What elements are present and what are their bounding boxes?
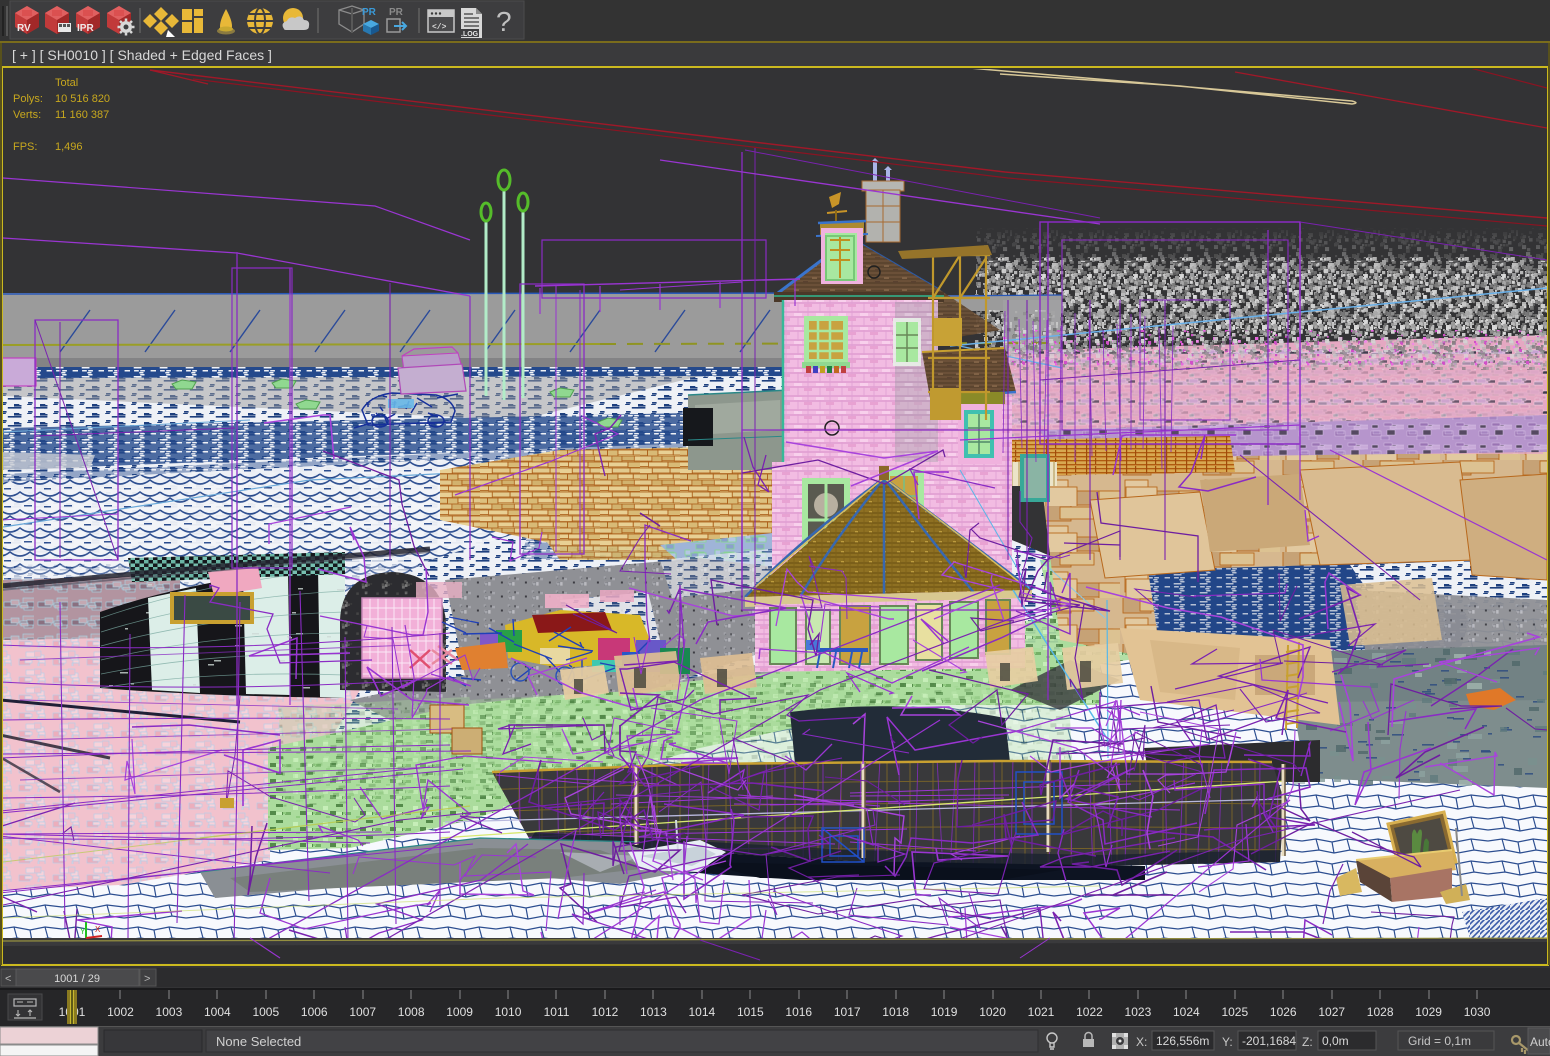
svg-text:1005: 1005 <box>252 1005 279 1019</box>
svg-text:1009: 1009 <box>446 1005 473 1019</box>
svg-text:1006: 1006 <box>301 1005 328 1019</box>
svg-text:1001 / 29: 1001 / 29 <box>54 973 100 985</box>
svg-text:Verts:: Verts: <box>13 109 41 121</box>
svg-text:1027: 1027 <box>1318 1005 1345 1019</box>
svg-text:?: ? <box>496 6 512 37</box>
svg-text:RV: RV <box>17 23 31 34</box>
svg-text:</>: </> <box>432 23 447 32</box>
svg-text:1,496: 1,496 <box>55 141 83 153</box>
svg-text:<: < <box>5 973 11 985</box>
svg-text:1004: 1004 <box>204 1005 231 1019</box>
svg-text:0,0m: 0,0m <box>1322 1034 1349 1048</box>
svg-text:X:: X: <box>1136 1035 1147 1049</box>
svg-text:Total: Total <box>55 77 78 89</box>
svg-text:1019: 1019 <box>931 1005 958 1019</box>
svg-text:Y:: Y: <box>1222 1035 1233 1049</box>
svg-text:1026: 1026 <box>1270 1005 1297 1019</box>
svg-text:126,556m: 126,556m <box>1156 1034 1209 1048</box>
svg-text:1007: 1007 <box>349 1005 376 1019</box>
svg-text:1020: 1020 <box>979 1005 1006 1019</box>
svg-text:>: > <box>144 973 150 985</box>
svg-text:1008: 1008 <box>398 1005 425 1019</box>
svg-text:Auto: Auto <box>1530 1035 1550 1049</box>
svg-text:1028: 1028 <box>1367 1005 1394 1019</box>
svg-text:Y: Y <box>80 927 86 936</box>
svg-text:FPS:: FPS: <box>13 141 37 153</box>
svg-text:1015: 1015 <box>737 1005 764 1019</box>
svg-text:1002: 1002 <box>107 1005 134 1019</box>
svg-text:Z:: Z: <box>1302 1035 1313 1049</box>
svg-text:1029: 1029 <box>1415 1005 1442 1019</box>
svg-text:1011: 1011 <box>544 1005 570 1019</box>
svg-text:1003: 1003 <box>156 1005 183 1019</box>
svg-text:.LOG: .LOG <box>461 31 479 38</box>
svg-text:Polys:: Polys: <box>13 93 43 105</box>
svg-text:PR: PR <box>389 7 404 18</box>
svg-text:1024: 1024 <box>1173 1005 1200 1019</box>
svg-text:[ + ] [ SH0010 ] [ Shaded + Ed: [ + ] [ SH0010 ] [ Shaded + Edged Faces … <box>12 47 272 63</box>
svg-text:1023: 1023 <box>1125 1005 1152 1019</box>
svg-text:10 516 820: 10 516 820 <box>55 93 110 105</box>
svg-text:1021: 1021 <box>1028 1005 1055 1019</box>
svg-text:1013: 1013 <box>640 1005 667 1019</box>
svg-text:1030: 1030 <box>1464 1005 1491 1019</box>
svg-text:PR: PR <box>362 7 377 18</box>
svg-text:1014: 1014 <box>688 1005 715 1019</box>
svg-text:-201,1684: -201,1684 <box>1242 1034 1296 1048</box>
svg-text:None Selected: None Selected <box>216 1034 301 1049</box>
svg-text:1017: 1017 <box>834 1005 861 1019</box>
svg-text:Grid = 0,1m: Grid = 0,1m <box>1408 1034 1471 1048</box>
svg-text:X: X <box>95 925 101 934</box>
svg-text:1018: 1018 <box>882 1005 909 1019</box>
svg-text:11 160 387: 11 160 387 <box>55 109 109 121</box>
svg-text:1012: 1012 <box>592 1005 619 1019</box>
svg-text:1016: 1016 <box>785 1005 812 1019</box>
svg-text:1025: 1025 <box>1221 1005 1248 1019</box>
svg-text:1022: 1022 <box>1076 1005 1103 1019</box>
svg-text:IPR: IPR <box>77 23 94 34</box>
svg-text:1010: 1010 <box>495 1005 522 1019</box>
